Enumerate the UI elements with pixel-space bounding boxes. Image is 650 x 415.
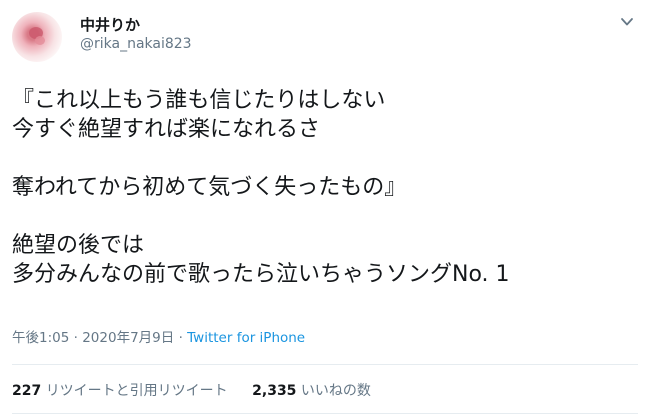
retweets-stat[interactable]: 227 リツイートと引用リツイート — [12, 380, 228, 400]
tweet-line: 絶望の後では — [12, 233, 145, 258]
divider — [12, 413, 638, 414]
display-name[interactable]: 中井りか — [80, 14, 140, 35]
avatar-flower-shape-small — [35, 36, 45, 45]
meta-separator: · — [178, 330, 183, 346]
tweet-source-link[interactable]: Twitter for iPhone — [187, 330, 305, 346]
tweet-time[interactable]: 午後1:05 — [12, 330, 69, 346]
tweet-meta: 午後1:05 · 2020年7月9日 · Twitter for iPhone — [12, 326, 305, 346]
tweet-line: 多分みんなの前で歌ったら泣いちゃうソングNo. 1 — [12, 262, 510, 287]
chevron-down-icon[interactable] — [619, 16, 635, 28]
tweet-line: 今すぐ絶望すれば楽になれるさ — [12, 117, 321, 142]
meta-separator: · — [73, 330, 78, 346]
likes-label: いいねの数 — [300, 383, 371, 399]
tweet-card: 中井りか @rika_nakai823 『これ以上もう誰も信じたりはしない 今す… — [0, 0, 650, 415]
username[interactable]: @rika_nakai823 — [80, 36, 192, 52]
tweet-line: 奪われてから初めて気づく失ったもの』 — [12, 175, 407, 200]
tweet-stats: 227 リツイートと引用リツイート 2,335 いいねの数 — [12, 380, 371, 400]
tweet-date[interactable]: 2020年7月9日 — [82, 330, 174, 346]
divider — [12, 364, 638, 365]
retweets-count: 227 — [12, 383, 42, 399]
tweet-text: 『これ以上もう誰も信じたりはしない 今すぐ絶望すれば楽になれるさ 奪われてから初… — [12, 86, 632, 289]
retweets-label: リツイートと引用リツイート — [45, 383, 228, 399]
tweet-line: 『これ以上もう誰も信じたりはしない — [12, 88, 386, 113]
avatar[interactable] — [12, 12, 62, 62]
likes-count: 2,335 — [252, 383, 297, 399]
likes-stat[interactable]: 2,335 いいねの数 — [252, 380, 371, 400]
